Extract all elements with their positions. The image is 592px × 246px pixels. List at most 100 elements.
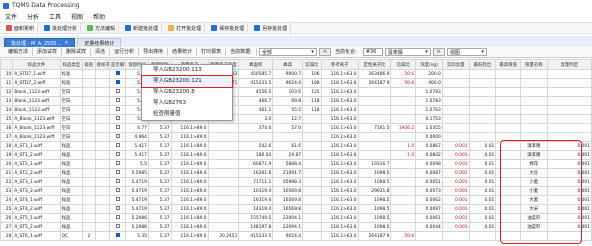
table-row[interactable]: 21 A_ST2_2.wiff 样品 5.5985 5.37 116.1>89.0 1626…	[0, 168, 592, 178]
column-header[interactable]: 进样序号	[94, 59, 110, 70]
confirm-checkbox[interactable]	[108, 204, 127, 214]
column-header[interactable]: 信噪比	[302, 59, 322, 70]
result-stats-button[interactable]: 结果统计	[168, 48, 198, 56]
add-sample-button[interactable]: 添加试样	[33, 48, 63, 56]
menu-item-4[interactable]: 检查限量值	[142, 109, 232, 120]
confirm-checkbox[interactable]	[108, 177, 127, 187]
print-report-button[interactable]: 打印报表	[197, 48, 227, 56]
confirm-checkbox[interactable]	[108, 87, 127, 97]
table-row[interactable]: 13Blank_1123.wiff空白5.175.37116.1>89.0466…	[0, 96, 592, 106]
confirm-checkbox[interactable]	[108, 132, 127, 142]
menu-help[interactable]: 帮助	[93, 12, 105, 21]
menu-analysis[interactable]: 分析	[27, 12, 39, 21]
confirm-checkbox[interactable]	[108, 186, 127, 196]
menu-tools[interactable]: 工具	[49, 12, 61, 21]
table-row[interactable]: 16 A_Blank_1123.wiff 空白 4.77 5.37 116.1>89.0 3…	[0, 123, 592, 133]
column-header[interactable]: 限量名称	[519, 59, 548, 70]
table-row[interactable]: 24 A_ST4_1.wiff 样品 5.4719 5.37 116.1>89.0 1631…	[0, 195, 592, 205]
menu-item-3[interactable]: 导入GB2763	[142, 98, 232, 109]
confirm-checkbox[interactable]	[108, 114, 127, 124]
table-row[interactable]: 18 A_ST1_1.wiff 样品 5.417 5.37 116.1>89.0 542.6…	[0, 141, 592, 151]
table-row[interactable]: 14Blank_1123.wiff空白5.175.37116.1>89.0461…	[0, 105, 592, 115]
confirm-checkbox[interactable]	[108, 78, 127, 88]
column-header[interactable]	[0, 59, 14, 70]
table-row[interactable]: 28 A_ST6_1.wiff QC 2 5.35 5.37 116.1>89.0 20,24…	[0, 231, 592, 241]
compound-index-select[interactable]: #36	[362, 48, 383, 56]
toolbar-button-1[interactable]: 批处理分析	[41, 23, 82, 33]
table-row[interactable]: 17 A_Blank_1123.wiff 空白 4.964 5.37 116.1>89.0…	[0, 132, 592, 142]
column-header[interactable]: 级别	[82, 59, 96, 70]
column-header[interactable]: 信噪比	[390, 59, 417, 70]
table-cell: 18	[0, 141, 14, 151]
column-header[interactable]: 样品文件	[12, 59, 61, 70]
confirm-checkbox[interactable]	[108, 222, 127, 232]
confirm-checkbox[interactable]	[108, 195, 127, 205]
clear-button[interactable]: 清洁	[91, 48, 111, 56]
table-row[interactable]: 12Blank_1123.wiff空白5.175.37116.1>89.0455…	[0, 87, 592, 97]
column-header[interactable]: 定性离子比	[357, 59, 392, 70]
run-analysis-button[interactable]: 运行分析	[110, 48, 140, 56]
toolbar-button-2[interactable]: 方法编辑	[84, 23, 120, 33]
column-header[interactable]: 实际含量	[441, 59, 470, 70]
confirm-checkbox[interactable]	[108, 159, 127, 169]
table-row[interactable]: 25 A_ST4_2.wiff 样品 5.4719 5.37 116.1>89.0 1431…	[0, 204, 592, 214]
toolbar-icon	[211, 25, 218, 31]
compound-name-select[interactable]: 溴苯腈 ▾	[384, 48, 431, 56]
column-header[interactable]: 最高限值	[495, 59, 521, 70]
menu-view[interactable]: 视图	[71, 12, 83, 21]
toolbar-button-3[interactable]: 新建批处理	[122, 23, 163, 33]
menu-item-1[interactable]: 导入GB23200.121	[141, 75, 233, 88]
confirm-checkbox[interactable]	[108, 150, 127, 160]
table-cell: 空白	[59, 105, 84, 115]
close-icon[interactable]: ×	[64, 40, 68, 46]
table-cell: 1.0783	[415, 87, 443, 97]
confirm-checkbox[interactable]	[108, 231, 127, 241]
confirm-checkbox[interactable]	[108, 141, 127, 151]
table-row[interactable]: 23 A_ST3_2.wiff 样品 5.4719 5.37 116.1>89.0 1031…	[0, 186, 592, 196]
table-row[interactable]: 19 A_ST1_2.wiff 样品 5.417 5.37 116.1>89.0 180.0…	[0, 150, 592, 160]
toolbar-icon	[44, 25, 51, 31]
export-sort-button[interactable]: 导出排序	[139, 48, 169, 56]
confirm-checkbox[interactable]	[108, 105, 127, 115]
edit-method-button[interactable]: 编辑方法	[4, 48, 34, 56]
prev-compound-button[interactable]: <	[318, 48, 332, 56]
column-header[interactable]: 是否确认	[108, 59, 127, 70]
column-header[interactable]: 样品类型	[59, 59, 84, 70]
table-row[interactable]: 15A_Blank_1123.wiff空白5.175.37116.1>89.03…	[0, 114, 592, 124]
toolbar-icon	[6, 25, 12, 31]
table-cell: A_ST2_1.wiff	[12, 159, 61, 169]
column-header[interactable]: 峰高	[272, 59, 304, 70]
table-row[interactable]: 27 A_ST5_2.wiff 样品 5.2986 5.37 116.1>89.0 1481…	[0, 222, 592, 232]
column-header[interactable]: 含量判定	[546, 59, 592, 70]
table-row[interactable]: 10A_STD7_1.wiff标准5.355.37116.1>89.025,07…	[0, 69, 592, 79]
table-row[interactable]: 22 A_ST3_1.wiff 样品 5.4719 5.37 116.1>89.0 7171…	[0, 177, 592, 187]
confirm-checkbox[interactable]	[108, 96, 127, 106]
confirm-checkbox[interactable]	[108, 213, 127, 223]
confirm-checkbox[interactable]	[108, 69, 127, 79]
column-header[interactable]: 浓度(ng)	[415, 59, 443, 70]
column-header[interactable]: 参考离子	[320, 59, 359, 70]
confirm-checkbox[interactable]	[108, 168, 127, 178]
menu-file[interactable]: 文件	[5, 12, 17, 21]
table-row[interactable]: 26 A_ST5_1.wiff 样品 5.2986 5.37 116.1>89.0 1557…	[0, 213, 592, 223]
table-cell	[94, 150, 110, 160]
view-select[interactable]: 视图 ▾	[446, 48, 487, 56]
menu-item-2[interactable]: 导入GB23200.8	[142, 87, 232, 98]
table-row[interactable]: 20 A_ST2_1.wiff 样品 5.5 5.37 116.1>89.0 60871.9…	[0, 159, 592, 169]
toolbar-button-4[interactable]: 打开批处理	[165, 23, 206, 33]
tab-quant-stats[interactable]: 定量结果统计	[77, 38, 122, 47]
column-header[interactable]: 峰面积	[238, 59, 274, 70]
confirm-checkbox[interactable]	[108, 123, 127, 133]
delete-sample-button[interactable]: 删除试样	[62, 48, 92, 56]
table-cell	[546, 231, 592, 241]
menu-item-0[interactable]: 导入GB23200.113	[142, 65, 232, 76]
tab-batch[interactable]: 批处理 - M_A_2505... ×	[4, 38, 76, 47]
table-cell	[441, 231, 470, 241]
toolbar-button-0[interactable]: 面积累积	[3, 23, 39, 33]
column-header[interactable]: 最低检出	[468, 59, 497, 70]
data-filter-select[interactable]: 全部 ▾	[258, 48, 317, 56]
next-compound-button[interactable]: >	[432, 48, 445, 56]
table-row[interactable]: 11A_STD7_2.wiff标准5.355.37116.1>89.021,92…	[0, 78, 592, 88]
toolbar-button-5[interactable]: 保存批处理	[208, 23, 249, 33]
toolbar-button-6[interactable]: 另存批处理	[251, 23, 292, 33]
